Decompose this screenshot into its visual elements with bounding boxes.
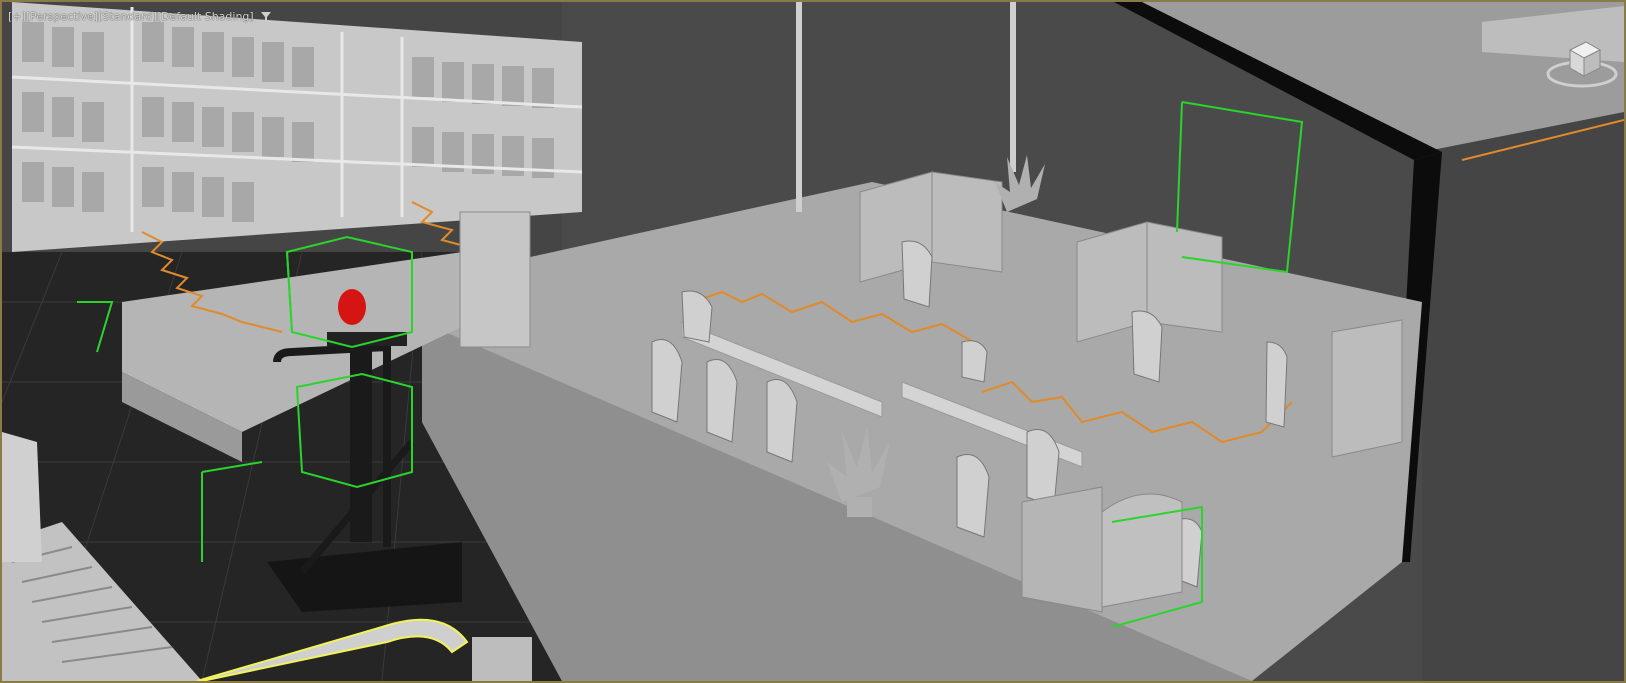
viewport-standard-menu[interactable]: [Standard] [98, 10, 157, 23]
scene-render[interactable] [2, 2, 1624, 681]
viewport-view-menu[interactable]: [Perspective] [26, 10, 98, 23]
viewport-plus-menu[interactable]: [+] [8, 10, 26, 23]
reception-desk [1021, 486, 1103, 613]
viewport-shading-menu[interactable]: [Default Shading] [157, 10, 254, 23]
pole [796, 2, 802, 212]
viewport-label-menu: [+] [Perspective] [Standard] [Default Sh… [8, 10, 272, 23]
machine-block [472, 637, 532, 681]
pole [1010, 2, 1016, 172]
viewcube-icon[interactable] [1542, 32, 1618, 92]
filter-icon[interactable] [260, 11, 272, 23]
3d-viewport[interactable]: [+] [Perspective] [Standard] [Default Sh… [0, 0, 1626, 683]
red-beacon-light [338, 289, 366, 325]
